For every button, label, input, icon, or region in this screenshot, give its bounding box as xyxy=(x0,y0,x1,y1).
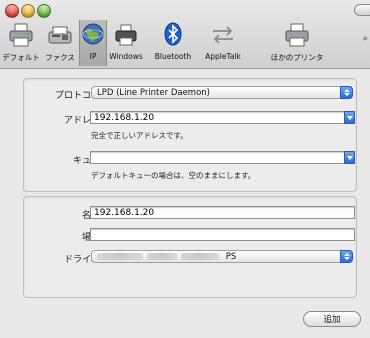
address-dropdown-button[interactable] xyxy=(344,111,355,124)
name-field[interactable]: 192.168.1.20 xyxy=(90,206,355,219)
location-field[interactable] xyxy=(90,228,355,241)
add-printer-window: デフォルト ファクス IP Windows Bluetooth AppleTal… xyxy=(0,0,370,338)
name-value: 192.168.1.20 xyxy=(94,208,155,218)
toolbar-label: IP xyxy=(89,52,97,61)
redacted-text xyxy=(147,253,177,260)
fax-icon xyxy=(48,26,72,44)
toolbar-toggle-button[interactable] xyxy=(354,4,370,16)
toolbar-item-fax[interactable]: ファクス xyxy=(42,20,78,66)
bluetooth-icon xyxy=(164,22,182,46)
toolbar-item-default[interactable]: デフォルト xyxy=(2,20,40,66)
driver-popup[interactable]: PS xyxy=(91,250,353,263)
toolbar-label: ファクス xyxy=(45,53,75,62)
toolbar-item-bluetooth[interactable]: Bluetooth xyxy=(148,20,198,66)
zoom-button[interactable] xyxy=(37,4,51,18)
protocol-value: LPD (Line Printer Daemon) xyxy=(97,88,210,98)
toolbar-label: Bluetooth xyxy=(154,52,192,61)
printer-icon xyxy=(9,23,33,47)
toolbar: デフォルト ファクス IP Windows Bluetooth AppleTal… xyxy=(0,0,370,69)
queue-dropdown-button[interactable] xyxy=(344,151,355,164)
close-button[interactable] xyxy=(5,4,19,18)
toolbar-item-ip[interactable]: IP xyxy=(79,20,107,66)
popup-arrows-icon xyxy=(340,86,353,99)
redacted-text xyxy=(181,253,219,260)
globe-icon xyxy=(82,23,104,45)
connection-panel: プロトコル： LPD (Line Printer Daemon) アドレス： 1… xyxy=(23,78,357,192)
other-printer-icon xyxy=(285,23,309,47)
address-field[interactable]: 192.168.1.20 xyxy=(90,111,355,124)
toolbar-item-appletalk[interactable]: AppleTalk xyxy=(200,20,246,66)
toolbar-label: ほかのプリンタ xyxy=(270,53,324,62)
toolbar-label: AppleTalk xyxy=(205,52,241,61)
queue-hint: デフォルトキューの場合は、空のままにします。 xyxy=(91,171,256,180)
popup-arrows-icon xyxy=(340,250,353,263)
toolbar-overflow-icon[interactable]: » xyxy=(362,34,368,44)
appletalk-icon xyxy=(213,26,233,44)
minimize-button[interactable] xyxy=(21,4,35,18)
toolbar-item-windows[interactable]: Windows xyxy=(106,20,146,66)
protocol-popup[interactable]: LPD (Line Printer Daemon) xyxy=(91,86,353,99)
toolbar-item-other-printers[interactable]: ほかのプリンタ xyxy=(248,20,346,66)
address-value: 192.168.1.20 xyxy=(94,113,155,123)
toolbar-label: Windows xyxy=(109,52,143,61)
add-button[interactable]: 追加 xyxy=(303,311,361,327)
printer-info-panel: 名前： 192.168.1.20 場所： ドライバ： PS xyxy=(23,196,357,298)
address-hint: 完全で正しいアドレスです。 xyxy=(91,131,188,140)
windows-printer-icon xyxy=(115,24,137,46)
redacted-text xyxy=(97,253,143,260)
driver-value: PS xyxy=(225,252,237,262)
queue-field[interactable] xyxy=(90,151,355,164)
toolbar-label: デフォルト xyxy=(2,53,40,62)
